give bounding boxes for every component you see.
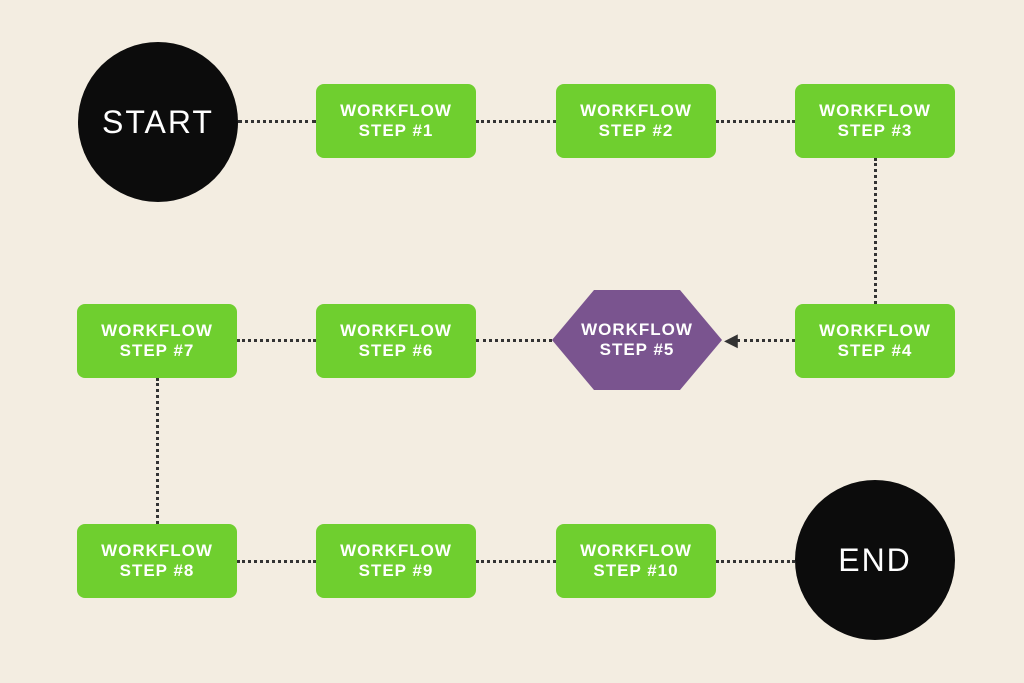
step-label: STEP #4 [838, 341, 913, 361]
step-label: WORKFLOW [580, 101, 692, 121]
connector [716, 120, 795, 123]
step-label: WORKFLOW [101, 541, 213, 561]
step-label: WORKFLOW [340, 541, 452, 561]
step-label: WORKFLOW [101, 321, 213, 341]
workflow-step-4: WORKFLOW STEP #4 [795, 304, 955, 378]
step-label: STEP #9 [359, 561, 434, 581]
workflow-step-8: WORKFLOW STEP #8 [77, 524, 237, 598]
start-label: START [102, 103, 214, 141]
workflow-step-6: WORKFLOW STEP #6 [316, 304, 476, 378]
end-label: END [838, 541, 912, 579]
step-label: STEP #10 [593, 561, 678, 581]
connector [237, 560, 316, 563]
step-label: WORKFLOW [819, 101, 931, 121]
arrow-left-icon: ◀ [724, 331, 738, 349]
step-label: WORKFLOW [581, 320, 693, 340]
workflow-step-7: WORKFLOW STEP #7 [77, 304, 237, 378]
workflow-step-5: WORKFLOW STEP #5 [552, 290, 722, 390]
connector [716, 560, 795, 563]
connector [238, 120, 316, 123]
step-label: WORKFLOW [340, 101, 452, 121]
step-label: STEP #1 [359, 121, 434, 141]
connector [476, 560, 556, 563]
connector [874, 158, 877, 304]
workflow-step-2: WORKFLOW STEP #2 [556, 84, 716, 158]
workflow-diagram: { "diagram": { "start_label": "START", "… [0, 0, 1024, 683]
end-node: END [795, 480, 955, 640]
step-label: STEP #2 [599, 121, 674, 141]
step-label: STEP #3 [838, 121, 913, 141]
workflow-step-1: WORKFLOW STEP #1 [316, 84, 476, 158]
step-label: WORKFLOW [580, 541, 692, 561]
step-label: STEP #6 [359, 341, 434, 361]
workflow-step-3: WORKFLOW STEP #3 [795, 84, 955, 158]
connector [156, 378, 159, 524]
step-label: STEP #7 [120, 341, 195, 361]
step-label: STEP #8 [120, 561, 195, 581]
workflow-step-9: WORKFLOW STEP #9 [316, 524, 476, 598]
step-label: STEP #5 [600, 340, 675, 360]
workflow-step-10: WORKFLOW STEP #10 [556, 524, 716, 598]
step-label: WORKFLOW [819, 321, 931, 341]
start-node: START [78, 42, 238, 202]
connector [237, 339, 316, 342]
step-label: WORKFLOW [340, 321, 452, 341]
connector [737, 339, 795, 342]
connector [476, 120, 556, 123]
connector [476, 339, 552, 342]
